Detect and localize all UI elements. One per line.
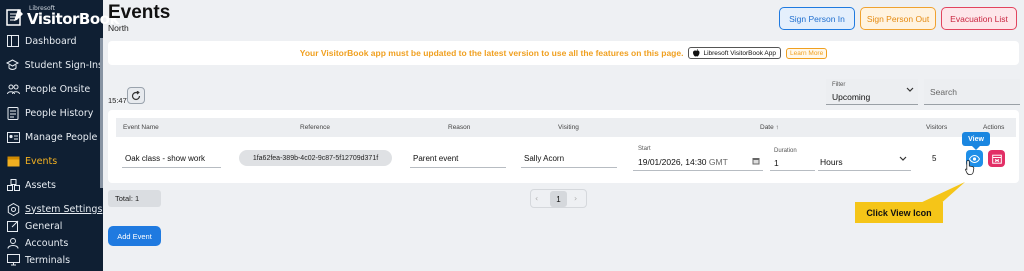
col-event-name[interactable]: Event Name — [123, 124, 159, 131]
page-subtitle: North — [108, 23, 129, 33]
sidebar-item-student-sign-ins[interactable]: Student Sign-Ins — [0, 54, 103, 76]
view-tooltip: View — [962, 132, 990, 146]
filter-select[interactable]: Filter Upcoming — [826, 79, 918, 105]
duration-unit-select[interactable]: Hours — [818, 151, 911, 171]
chevron-down-icon — [899, 156, 907, 161]
last-refresh-time: 15:47 — [108, 96, 127, 105]
sidebar-item-terminals[interactable]: Terminals — [0, 249, 103, 271]
col-reason[interactable]: Reason — [448, 124, 470, 131]
pagination: ‹ 1 › — [530, 189, 587, 208]
col-visiting[interactable]: Visiting — [558, 124, 579, 131]
start-label: Start — [638, 146, 651, 152]
settings-icon — [6, 202, 20, 216]
instruction-callout: Click View Icon — [855, 202, 943, 223]
update-banner: Your VisitorBook app must be updated to … — [108, 41, 1019, 65]
duration-unit-value: Hours — [820, 157, 843, 167]
sidebar-item-label: System Settings — [25, 203, 103, 215]
learn-more-button[interactable]: Learn More — [785, 47, 828, 59]
sidebar-item-label: People Onsite — [25, 83, 91, 95]
people-icon — [6, 82, 20, 96]
col-date[interactable]: Date ↑ — [760, 124, 779, 131]
terminals-icon — [6, 253, 20, 267]
filter-value: Upcoming — [832, 92, 871, 102]
sidebar-item-label: Assets — [25, 179, 56, 191]
filter-label: Filter — [832, 82, 846, 88]
col-actions: Actions — [983, 124, 1005, 131]
sidebar-item-label: Events — [25, 155, 58, 167]
sidebar-item-events[interactable]: Events — [0, 150, 103, 172]
evacuation-list-button[interactable]: Evacuation List — [941, 7, 1017, 30]
chevron-down-icon — [906, 87, 914, 92]
banner-text: Your VisitorBook app must be updated to … — [299, 48, 684, 58]
col-reference[interactable]: Reference — [300, 124, 330, 131]
reference-chip: 1fa62fea-389b-4c02-9c87-5f12709d371f — [239, 150, 392, 166]
sidebar-item-label: Terminals — [25, 254, 71, 266]
search-input[interactable]: Search — [924, 79, 1020, 105]
col-date-label: Date — [760, 124, 774, 131]
sidebar-item-dashboard[interactable]: Dashboard — [0, 30, 103, 52]
refresh-icon — [131, 90, 141, 100]
next-page-icon[interactable]: › — [574, 194, 577, 203]
calendar-icon[interactable] — [752, 157, 760, 165]
sidebar-item-label: Accounts — [25, 237, 69, 249]
accounts-icon — [6, 236, 20, 250]
sidebar-item-people-history[interactable]: People History — [0, 102, 103, 124]
add-event-button[interactable]: Add Event — [108, 226, 161, 246]
start-datetime-field[interactable]: Start 19/01/2026, 14:30 GMT — [633, 143, 763, 171]
student-icon — [6, 58, 20, 72]
brand-name: VisitorBook — [27, 10, 119, 28]
dashboard-icon — [6, 34, 20, 48]
visitors-count: 5 — [932, 154, 937, 163]
duration-field[interactable]: Duration 1 — [770, 145, 815, 171]
edit-icon — [6, 219, 20, 233]
sidebar-item-people-onsite[interactable]: People Onsite — [0, 78, 103, 100]
sign-person-out-button[interactable]: Sign Person Out — [860, 7, 936, 30]
sidebar-scrollbar[interactable] — [100, 38, 103, 188]
start-value: 19/01/2026, 14:30 GMT — [638, 157, 728, 167]
duration-label: Duration — [774, 148, 797, 154]
search-placeholder: Search — [930, 87, 957, 97]
duration-value: 1 — [774, 158, 779, 168]
timezone: GMT — [708, 157, 728, 167]
sidebar-item-label: Dashboard — [25, 35, 77, 47]
refresh-button[interactable] — [127, 87, 145, 104]
book-logo-icon — [6, 9, 23, 26]
page-number[interactable]: 1 — [550, 191, 567, 207]
sidebar-item-assets[interactable]: Assets — [0, 174, 103, 196]
delete-event-button[interactable] — [988, 150, 1005, 167]
sidebar-item-manage-people[interactable]: Manage People — [0, 126, 103, 148]
manage-people-icon — [6, 130, 20, 144]
col-visitors[interactable]: Visitors — [926, 124, 947, 131]
total-count: Total: 1 — [108, 190, 161, 207]
visiting-field[interactable]: Sally Acorn — [521, 150, 617, 168]
brand-logo[interactable]: Libresoft VisitorBook — [5, 3, 119, 31]
sign-person-in-button[interactable]: Sign Person In — [779, 7, 855, 30]
sidebar: Libresoft VisitorBook Dashboard Student … — [0, 0, 119, 271]
events-icon — [6, 154, 20, 168]
start-datetime: 19/01/2026, 14:30 — [638, 157, 707, 167]
history-icon — [6, 106, 20, 120]
sidebar-item-label: People History — [25, 107, 94, 119]
assets-icon — [6, 178, 20, 192]
sidebar-item-label: General — [25, 220, 63, 232]
app-store-label: Libresoft VisitorBook App — [703, 49, 776, 57]
mouse-cursor-icon — [965, 160, 975, 175]
reason-field[interactable]: Parent event — [410, 150, 506, 168]
app-store-chip[interactable]: Libresoft VisitorBook App — [688, 47, 781, 59]
event-name-field[interactable]: Oak class - show work — [122, 150, 221, 168]
sidebar-item-label: Student Sign-Ins — [24, 59, 103, 71]
page-title: Events — [108, 2, 171, 23]
sidebar-item-label: Manage People — [25, 131, 98, 143]
calendar-remove-icon — [991, 154, 1002, 164]
apple-icon — [693, 49, 700, 57]
sort-up-icon: ↑ — [775, 124, 779, 131]
prev-page-icon[interactable]: ‹ — [535, 194, 538, 203]
